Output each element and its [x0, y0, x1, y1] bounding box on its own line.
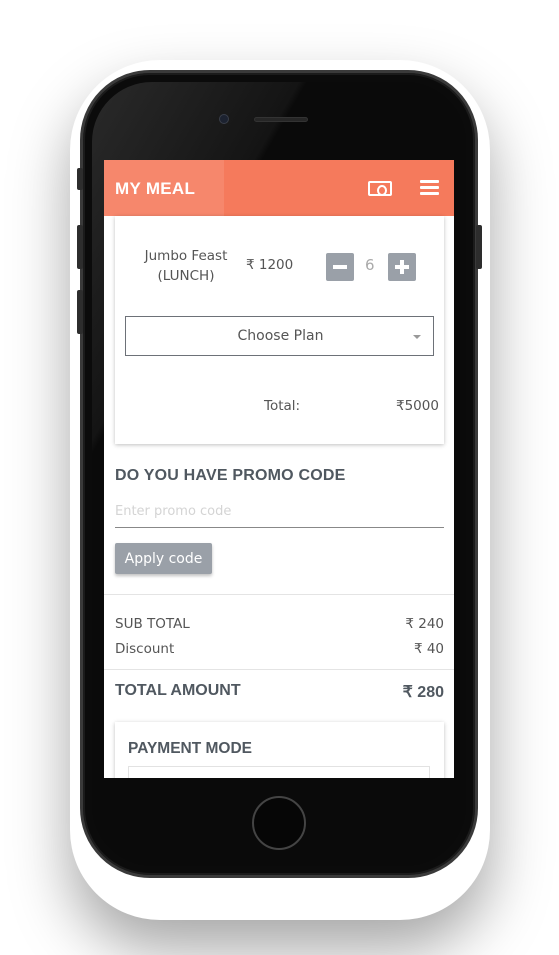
meal-item-price: ₹ 1200: [246, 257, 294, 273]
choose-plan-select[interactable]: Choose Plan: [125, 316, 434, 356]
payment-mode-card: PAYMENT MODE: [115, 722, 444, 778]
stage: MY MEAL Jumbo Feast (LUNCH) ₹ 1200 6 Cho…: [0, 0, 559, 955]
meal-item-type: (LUNCH): [157, 268, 215, 284]
phone-volume-up: [77, 225, 83, 269]
app-screen: MY MEAL Jumbo Feast (LUNCH) ₹ 1200 6 Cho…: [104, 160, 454, 778]
divider: [104, 669, 454, 670]
payment-mode-heading: PAYMENT MODE: [128, 740, 253, 757]
subtotal-label: SUB TOTAL: [115, 616, 190, 632]
order-total-value: ₹5000: [396, 398, 439, 414]
menu-icon[interactable]: [420, 180, 439, 196]
discount-value: ₹ 40: [413, 641, 444, 657]
quantity-value: 6: [365, 256, 375, 274]
phone-power-button: [476, 225, 482, 269]
phone-volume-down: [77, 290, 83, 334]
phone-mute-switch: [77, 168, 83, 190]
app-title: MY MEAL: [115, 179, 196, 198]
total-amount-label: TOTAL AMOUNT: [115, 682, 241, 699]
app-header: MY MEAL: [104, 160, 454, 216]
total-amount-value: ₹ 280: [402, 684, 444, 701]
meal-item-name: Jumbo Feast (LUNCH): [133, 246, 239, 286]
meal-item-name-line: Jumbo Feast: [144, 248, 228, 264]
quantity-decrease-button[interactable]: [326, 253, 354, 281]
order-card: Jumbo Feast (LUNCH) ₹ 1200 6 Choose Plan…: [115, 216, 444, 444]
home-button[interactable]: [252, 796, 306, 850]
payment-option-box[interactable]: [128, 766, 430, 778]
subtotal-value: ₹ 240: [405, 616, 444, 632]
choose-plan-label: Choose Plan: [237, 328, 324, 344]
promo-heading: DO YOU HAVE PROMO CODE: [115, 467, 346, 484]
apply-code-button[interactable]: Apply code: [115, 543, 212, 574]
quantity-increase-button[interactable]: [388, 253, 416, 281]
chevron-down-icon: [413, 335, 421, 339]
cash-icon[interactable]: [368, 181, 392, 196]
camera-icon: [219, 114, 229, 124]
speaker-grille: [254, 117, 308, 122]
discount-label: Discount: [115, 641, 175, 657]
promo-code-input[interactable]: [115, 496, 444, 528]
divider: [104, 594, 454, 595]
order-total-label: Total:: [264, 398, 301, 414]
